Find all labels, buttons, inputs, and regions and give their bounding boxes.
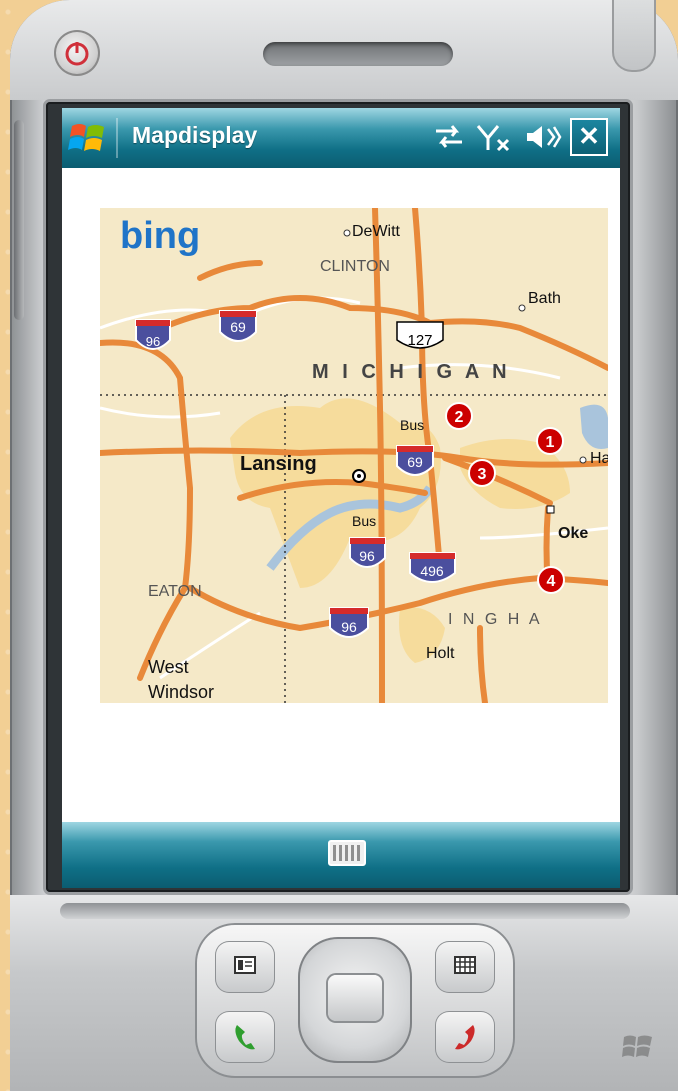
svg-text:96: 96 bbox=[341, 619, 357, 635]
road-holt bbox=[477, 625, 488, 703]
label-windsor: Windsor bbox=[148, 682, 214, 702]
title-bar: Mapdisplay ✕ bbox=[62, 108, 620, 168]
dpad-select-button[interactable] bbox=[328, 975, 382, 1021]
end-call-hardware-button[interactable] bbox=[435, 1011, 495, 1063]
calendar-icon bbox=[454, 956, 476, 974]
svg-text:496: 496 bbox=[420, 563, 444, 579]
title-divider bbox=[116, 118, 118, 158]
svg-text:96: 96 bbox=[359, 548, 375, 564]
svg-text:69: 69 bbox=[230, 319, 246, 335]
road-i69 bbox=[137, 295, 608, 371]
signal-off-icon[interactable] bbox=[474, 122, 514, 154]
label-bus-1: Bus bbox=[400, 417, 424, 433]
label-holt: Holt bbox=[426, 645, 455, 662]
phone-green-icon bbox=[235, 1025, 255, 1050]
label-bus-2: Bus bbox=[352, 513, 376, 529]
speaker-grille bbox=[263, 42, 453, 66]
shield-i69-west: 69 bbox=[219, 310, 257, 342]
lake bbox=[580, 404, 608, 449]
keyboard-icon[interactable] bbox=[328, 840, 366, 866]
close-button[interactable]: ✕ bbox=[570, 118, 608, 156]
directional-pad[interactable] bbox=[298, 937, 412, 1063]
label-okemos: Oke bbox=[558, 525, 588, 542]
device-lower-body bbox=[10, 895, 678, 1091]
contacts-icon bbox=[234, 956, 256, 974]
label-clinton: CLINTON bbox=[320, 258, 390, 275]
road-i96-west bbox=[100, 339, 194, 681]
svg-text:4: 4 bbox=[547, 573, 556, 590]
window-title: Mapdisplay bbox=[132, 122, 258, 148]
bing-logo: bing bbox=[120, 215, 200, 257]
svg-text:127: 127 bbox=[407, 332, 432, 349]
shield-i96-west: 96 bbox=[135, 319, 171, 350]
calendar-hardware-button[interactable] bbox=[435, 941, 495, 993]
label-eaton: EATON bbox=[148, 583, 202, 600]
svg-text:3: 3 bbox=[478, 466, 487, 483]
road-west bbox=[197, 260, 263, 281]
map-marker-1[interactable]: 1 bbox=[536, 427, 564, 455]
contacts-hardware-button[interactable] bbox=[215, 941, 275, 993]
road-us127 bbox=[412, 208, 443, 571]
label-ha: Ha bbox=[590, 450, 608, 467]
shield-i96-south: 96 bbox=[329, 607, 369, 638]
label-bath: Bath bbox=[528, 290, 561, 307]
connectivity-icon[interactable] bbox=[432, 122, 466, 152]
label-dewitt: DeWitt bbox=[352, 223, 401, 240]
shield-i69-east: 69 bbox=[396, 445, 434, 476]
label-ingham: I N G H A bbox=[448, 611, 543, 628]
side-rail bbox=[14, 120, 24, 320]
map-view[interactable]: 96 69 127 69 96 496 96 bing DeWitt CLINT… bbox=[100, 208, 608, 703]
shield-i496: 496 bbox=[409, 552, 456, 583]
shield-us127: 127 bbox=[396, 321, 444, 349]
map-marker-4[interactable]: 4 bbox=[537, 566, 565, 594]
power-icon bbox=[65, 42, 89, 66]
svg-text:1: 1 bbox=[546, 434, 555, 451]
map-marker-3[interactable]: 3 bbox=[468, 459, 496, 487]
label-michigan: M I C H I G A N bbox=[312, 361, 511, 383]
app-content: 96 69 127 69 96 496 96 bing DeWitt CLINT… bbox=[62, 168, 620, 822]
stylus-slot bbox=[612, 0, 656, 72]
call-hardware-button[interactable] bbox=[215, 1011, 275, 1063]
hardware-button-cluster bbox=[195, 923, 515, 1078]
phone-red-icon bbox=[455, 1025, 475, 1050]
windows-start-icon[interactable] bbox=[68, 120, 108, 156]
volume-icon[interactable] bbox=[524, 122, 564, 152]
power-button[interactable] bbox=[54, 30, 100, 76]
label-lansing: Lansing bbox=[240, 453, 317, 475]
map-marker-2[interactable]: 2 bbox=[445, 402, 473, 430]
svg-text:96: 96 bbox=[146, 334, 160, 349]
svg-text:69: 69 bbox=[407, 454, 423, 470]
shield-i96-bus: 96 bbox=[349, 537, 386, 568]
soft-key-bar bbox=[62, 822, 620, 888]
svg-text:2: 2 bbox=[455, 409, 464, 426]
lower-slot bbox=[60, 903, 630, 919]
label-west: West bbox=[148, 657, 189, 677]
windows-logo-icon bbox=[622, 1035, 652, 1057]
